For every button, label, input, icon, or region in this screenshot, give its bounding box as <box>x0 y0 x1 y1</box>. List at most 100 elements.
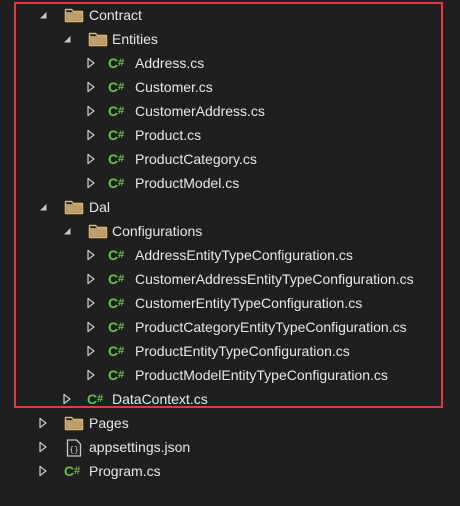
tree-item-productmodel-cs[interactable]: C # ProductModel.cs <box>0 171 460 195</box>
json-file-icon: {} <box>64 435 84 459</box>
folder-icon <box>88 219 108 243</box>
svg-text:{}: {} <box>69 445 79 454</box>
collapsed-arrow-icon[interactable] <box>84 291 98 315</box>
expanded-arrow-icon[interactable] <box>60 219 74 243</box>
csharp-file-icon: C # <box>108 51 128 75</box>
collapsed-arrow-icon[interactable] <box>84 75 98 99</box>
svg-text:#: # <box>118 153 124 165</box>
tree-item-customer-cs[interactable]: C # Customer.cs <box>0 75 460 99</box>
tree-item-label: Pages <box>89 415 129 431</box>
csharp-file-icon: C # <box>108 315 128 339</box>
tree-item-label: CustomerAddressEntityTypeConfiguration.c… <box>135 271 414 287</box>
csharp-file-icon: C # <box>64 459 84 483</box>
svg-text:C: C <box>108 55 118 71</box>
svg-text:C: C <box>108 367 118 383</box>
svg-text:#: # <box>118 177 124 189</box>
tree-item-productmodelentitytypeconfiguration-cs[interactable]: C # ProductModelEntityTypeConfiguration.cs <box>0 363 460 387</box>
svg-text:C: C <box>108 295 118 311</box>
collapsed-arrow-icon[interactable] <box>84 315 98 339</box>
csharp-file-icon: C # <box>108 171 128 195</box>
tree-item-label: ProductCategory.cs <box>135 151 257 167</box>
tree-item-customerentitytypeconfiguration-cs[interactable]: C # CustomerEntityTypeConfiguration.cs <box>0 291 460 315</box>
tree-item-productcategory-cs[interactable]: C # ProductCategory.cs <box>0 147 460 171</box>
csharp-file-icon: C # <box>108 363 128 387</box>
expanded-arrow-icon[interactable] <box>36 195 50 219</box>
tree-item-label: DataContext.cs <box>112 391 208 407</box>
collapsed-arrow-icon[interactable] <box>36 411 50 435</box>
svg-text:C: C <box>87 391 97 407</box>
tree-item-pages[interactable]: Pages <box>0 411 460 435</box>
tree-item-address-cs[interactable]: C # Address.cs <box>0 51 460 75</box>
tree-item-label: ProductCategoryEntityTypeConfiguration.c… <box>135 319 407 335</box>
tree-item-configurations[interactable]: Configurations <box>0 219 460 243</box>
folder-icon <box>64 3 84 27</box>
tree-item-datacontext-cs[interactable]: C # DataContext.cs <box>0 387 460 411</box>
tree-item-entities[interactable]: Entities <box>0 27 460 51</box>
tree-item-contract[interactable]: Contract <box>0 3 460 27</box>
collapsed-arrow-icon[interactable] <box>84 171 98 195</box>
svg-text:#: # <box>118 345 124 357</box>
svg-text:#: # <box>118 249 124 261</box>
svg-text:C: C <box>108 319 118 335</box>
expanded-arrow-icon[interactable] <box>60 27 74 51</box>
svg-text:#: # <box>118 57 124 69</box>
tree-item-label: Configurations <box>112 223 203 239</box>
svg-text:C: C <box>108 103 118 119</box>
collapsed-arrow-icon[interactable] <box>36 459 50 483</box>
svg-text:#: # <box>118 297 124 309</box>
tree-item-dal[interactable]: Dal <box>0 195 460 219</box>
csharp-file-icon: C # <box>108 147 128 171</box>
svg-text:C: C <box>108 271 118 287</box>
tree-item-label: Program.cs <box>89 463 161 479</box>
collapsed-arrow-icon[interactable] <box>84 363 98 387</box>
csharp-file-icon: C # <box>108 99 128 123</box>
collapsed-arrow-icon[interactable] <box>36 435 50 459</box>
tree-item-label: ProductEntityTypeConfiguration.cs <box>135 343 350 359</box>
tree-item-productentitytypeconfiguration-cs[interactable]: C # ProductEntityTypeConfiguration.cs <box>0 339 460 363</box>
folder-icon <box>64 411 84 435</box>
expanded-arrow-icon[interactable] <box>36 3 50 27</box>
collapsed-arrow-icon[interactable] <box>84 339 98 363</box>
tree-item-label: Contract <box>89 7 142 23</box>
tree-item-productcategoryentitytypeconfiguration-cs[interactable]: C # ProductCategoryEntityTypeConfiguration… <box>0 315 460 339</box>
tree-item-addressentitytypeconfiguration-cs[interactable]: C # AddressEntityTypeConfiguration.cs <box>0 243 460 267</box>
solution-explorer-tree: Contract Entities C # Address.cs C # Customer.c… <box>0 3 460 483</box>
svg-text:C: C <box>64 463 74 479</box>
collapsed-arrow-icon[interactable] <box>84 99 98 123</box>
svg-text:C: C <box>108 343 118 359</box>
csharp-file-icon: C # <box>87 387 107 411</box>
collapsed-arrow-icon[interactable] <box>84 243 98 267</box>
folder-icon <box>64 195 84 219</box>
svg-text:C: C <box>108 127 118 143</box>
folder-icon <box>88 27 108 51</box>
svg-text:#: # <box>118 321 124 333</box>
tree-item-customeraddress-cs[interactable]: C # CustomerAddress.cs <box>0 99 460 123</box>
tree-item-label: Entities <box>112 31 158 47</box>
tree-item-label: AddressEntityTypeConfiguration.cs <box>135 247 353 263</box>
csharp-file-icon: C # <box>108 339 128 363</box>
svg-text:#: # <box>74 465 80 477</box>
tree-item-appsettings-json[interactable]: {} appsettings.json <box>0 435 460 459</box>
svg-text:#: # <box>118 105 124 117</box>
csharp-file-icon: C # <box>108 291 128 315</box>
tree-item-label: CustomerAddress.cs <box>135 103 265 119</box>
tree-item-product-cs[interactable]: C # Product.cs <box>0 123 460 147</box>
collapsed-arrow-icon[interactable] <box>84 123 98 147</box>
collapsed-arrow-icon[interactable] <box>84 147 98 171</box>
tree-item-customeraddressentitytypeconfiguration-cs[interactable]: C # CustomerAddressEntityTypeConfiguration… <box>0 267 460 291</box>
tree-item-label: appsettings.json <box>89 439 191 455</box>
collapsed-arrow-icon[interactable] <box>84 51 98 75</box>
tree-item-label: CustomerEntityTypeConfiguration.cs <box>135 295 363 311</box>
tree-item-program-cs[interactable]: C # Program.cs <box>0 459 460 483</box>
svg-text:C: C <box>108 175 118 191</box>
svg-text:C: C <box>108 247 118 263</box>
tree-item-label: Dal <box>89 199 111 215</box>
tree-item-label: ProductModelEntityTypeConfiguration.cs <box>135 367 388 383</box>
collapsed-arrow-icon[interactable] <box>84 267 98 291</box>
csharp-file-icon: C # <box>108 267 128 291</box>
svg-text:#: # <box>118 273 124 285</box>
tree-item-label: Product.cs <box>135 127 202 143</box>
collapsed-arrow-icon[interactable] <box>60 387 74 411</box>
svg-text:C: C <box>108 151 118 167</box>
tree-item-label: Address.cs <box>135 55 205 71</box>
